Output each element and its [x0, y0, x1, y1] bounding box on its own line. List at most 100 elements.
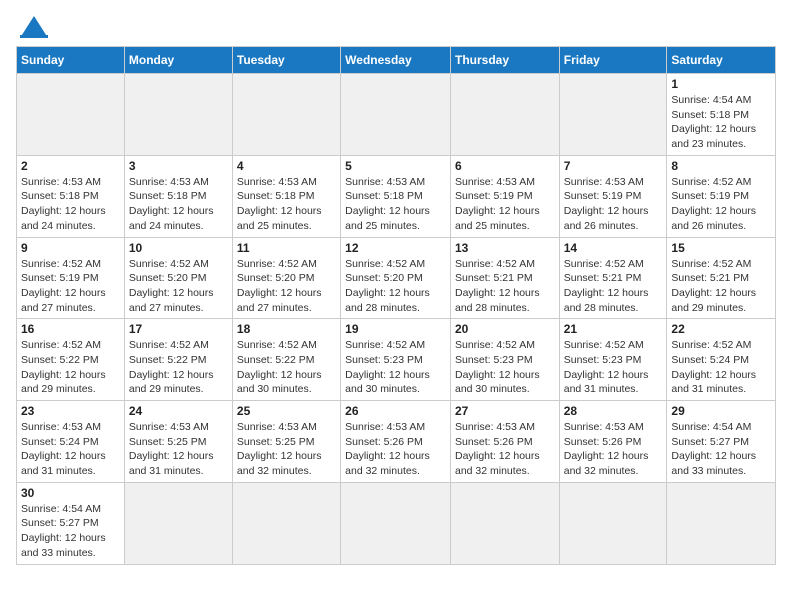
day-number: 4: [237, 159, 336, 173]
calendar-cell: [341, 482, 451, 564]
calendar-cell: 1Sunrise: 4:54 AM Sunset: 5:18 PM Daylig…: [667, 74, 776, 156]
calendar-cell: 7 Sunrise: 4:53 AM Sunset: 5:19 PM Daylig…: [559, 155, 667, 237]
day-info: Sunrise: 4:54 AM Sunset: 5:27 PM Dayligh…: [21, 502, 120, 561]
calendar-cell: 12 Sunrise: 4:52 AM Sunset: 5:20 PM Dayli…: [341, 237, 451, 319]
weekday-header-friday: Friday: [559, 47, 667, 74]
day-info: Sunrise: 4:54 AM Sunset: 5:18 PM Dayligh…: [671, 93, 771, 152]
calendar-cell: 10Sunrise: 4:52 AM Sunset: 5:20 PM Dayli…: [124, 237, 232, 319]
day-number: 13: [455, 241, 555, 255]
calendar-week-row: 9 Sunrise: 4:52 AM Sunset: 5:19 PM Daylig…: [17, 237, 776, 319]
calendar-cell: [450, 482, 559, 564]
day-number: 6: [455, 159, 555, 173]
calendar-cell: 6 Sunrise: 4:53 AM Sunset: 5:19 PM Daylig…: [450, 155, 559, 237]
day-info: Sunrise: 4:53 AM Sunset: 5:18 PM Dayligh…: [237, 175, 336, 234]
day-info: Sunrise: 4:52 AM Sunset: 5:23 PM Dayligh…: [345, 338, 446, 397]
calendar-cell: 4 Sunrise: 4:53 AM Sunset: 5:18 PM Daylig…: [232, 155, 340, 237]
day-info: Sunrise: 4:53 AM Sunset: 5:19 PM Dayligh…: [564, 175, 663, 234]
logo-wordmark: [16, 16, 48, 38]
day-number: 21: [564, 322, 663, 336]
weekday-header-monday: Monday: [124, 47, 232, 74]
day-info: Sunrise: 4:52 AM Sunset: 5:23 PM Dayligh…: [564, 338, 663, 397]
calendar-week-row: 1Sunrise: 4:54 AM Sunset: 5:18 PM Daylig…: [17, 74, 776, 156]
calendar-cell: [17, 74, 125, 156]
calendar-cell: [667, 482, 776, 564]
weekday-header-row: SundayMondayTuesdayWednesdayThursdayFrid…: [17, 47, 776, 74]
day-info: Sunrise: 4:52 AM Sunset: 5:21 PM Dayligh…: [455, 257, 555, 316]
weekday-header-wednesday: Wednesday: [341, 47, 451, 74]
day-info: Sunrise: 4:53 AM Sunset: 5:19 PM Dayligh…: [455, 175, 555, 234]
day-info: Sunrise: 4:53 AM Sunset: 5:18 PM Dayligh…: [129, 175, 228, 234]
day-info: Sunrise: 4:53 AM Sunset: 5:25 PM Dayligh…: [237, 420, 336, 479]
calendar-cell: 26 Sunrise: 4:53 AM Sunset: 5:26 PM Dayli…: [341, 401, 451, 483]
day-info: Sunrise: 4:53 AM Sunset: 5:26 PM Dayligh…: [345, 420, 446, 479]
calendar-cell: 23 Sunrise: 4:53 AM Sunset: 5:24 PM Dayli…: [17, 401, 125, 483]
day-number: 5: [345, 159, 446, 173]
day-number: 24: [129, 404, 228, 418]
weekday-header-saturday: Saturday: [667, 47, 776, 74]
weekday-header-sunday: Sunday: [17, 47, 125, 74]
calendar-table: SundayMondayTuesdayWednesdayThursdayFrid…: [16, 46, 776, 565]
calendar-week-row: 2 Sunrise: 4:53 AM Sunset: 5:18 PM Daylig…: [17, 155, 776, 237]
day-info: Sunrise: 4:52 AM Sunset: 5:24 PM Dayligh…: [671, 338, 771, 397]
logo: [16, 16, 48, 38]
calendar-cell: [232, 74, 340, 156]
day-info: Sunrise: 4:53 AM Sunset: 5:18 PM Dayligh…: [21, 175, 120, 234]
day-info: Sunrise: 4:52 AM Sunset: 5:20 PM Dayligh…: [345, 257, 446, 316]
day-number: 11: [237, 241, 336, 255]
day-number: 19: [345, 322, 446, 336]
day-info: Sunrise: 4:53 AM Sunset: 5:26 PM Dayligh…: [564, 420, 663, 479]
day-number: 2: [21, 159, 120, 173]
logo-triangle-icon: [20, 16, 48, 38]
calendar-cell: 8 Sunrise: 4:52 AM Sunset: 5:19 PM Daylig…: [667, 155, 776, 237]
header: [16, 16, 776, 38]
calendar-cell: 16 Sunrise: 4:52 AM Sunset: 5:22 PM Dayli…: [17, 319, 125, 401]
calendar-cell: [124, 74, 232, 156]
calendar-cell: 30Sunrise: 4:54 AM Sunset: 5:27 PM Dayli…: [17, 482, 125, 564]
weekday-header-thursday: Thursday: [450, 47, 559, 74]
day-info: Sunrise: 4:52 AM Sunset: 5:19 PM Dayligh…: [671, 175, 771, 234]
day-info: Sunrise: 4:52 AM Sunset: 5:22 PM Dayligh…: [237, 338, 336, 397]
calendar-cell: 11 Sunrise: 4:52 AM Sunset: 5:20 PM Dayli…: [232, 237, 340, 319]
calendar-cell: [559, 482, 667, 564]
day-number: 17: [129, 322, 228, 336]
calendar-cell: 20 Sunrise: 4:52 AM Sunset: 5:23 PM Dayli…: [450, 319, 559, 401]
day-info: Sunrise: 4:52 AM Sunset: 5:22 PM Dayligh…: [129, 338, 228, 397]
day-info: Sunrise: 4:53 AM Sunset: 5:26 PM Dayligh…: [455, 420, 555, 479]
day-info: Sunrise: 4:52 AM Sunset: 5:22 PM Dayligh…: [21, 338, 120, 397]
calendar-cell: 24 Sunrise: 4:53 AM Sunset: 5:25 PM Dayli…: [124, 401, 232, 483]
day-number: 23: [21, 404, 120, 418]
day-info: Sunrise: 4:53 AM Sunset: 5:24 PM Dayligh…: [21, 420, 120, 479]
day-info: Sunrise: 4:52 AM Sunset: 5:20 PM Dayligh…: [237, 257, 336, 316]
day-number: 9: [21, 241, 120, 255]
day-number: 26: [345, 404, 446, 418]
calendar-week-row: 30Sunrise: 4:54 AM Sunset: 5:27 PM Dayli…: [17, 482, 776, 564]
calendar-cell: [124, 482, 232, 564]
day-number: 25: [237, 404, 336, 418]
calendar-cell: 19 Sunrise: 4:52 AM Sunset: 5:23 PM Dayli…: [341, 319, 451, 401]
day-number: 29: [671, 404, 771, 418]
weekday-header-tuesday: Tuesday: [232, 47, 340, 74]
calendar-cell: 17 Sunrise: 4:52 AM Sunset: 5:22 PM Dayli…: [124, 319, 232, 401]
day-info: Sunrise: 4:52 AM Sunset: 5:23 PM Dayligh…: [455, 338, 555, 397]
calendar-cell: 3 Sunrise: 4:53 AM Sunset: 5:18 PM Daylig…: [124, 155, 232, 237]
day-number: 28: [564, 404, 663, 418]
day-number: 7: [564, 159, 663, 173]
day-info: Sunrise: 4:52 AM Sunset: 5:21 PM Dayligh…: [671, 257, 771, 316]
day-info: Sunrise: 4:53 AM Sunset: 5:18 PM Dayligh…: [345, 175, 446, 234]
day-info: Sunrise: 4:53 AM Sunset: 5:25 PM Dayligh…: [129, 420, 228, 479]
day-number: 8: [671, 159, 771, 173]
day-number: 16: [21, 322, 120, 336]
day-info: Sunrise: 4:52 AM Sunset: 5:19 PM Dayligh…: [21, 257, 120, 316]
calendar-cell: 25 Sunrise: 4:53 AM Sunset: 5:25 PM Dayli…: [232, 401, 340, 483]
calendar-week-row: 16 Sunrise: 4:52 AM Sunset: 5:22 PM Dayli…: [17, 319, 776, 401]
calendar-cell: 2 Sunrise: 4:53 AM Sunset: 5:18 PM Daylig…: [17, 155, 125, 237]
day-number: 3: [129, 159, 228, 173]
day-number: 20: [455, 322, 555, 336]
day-number: 15: [671, 241, 771, 255]
day-number: 12: [345, 241, 446, 255]
calendar-cell: 29Sunrise: 4:54 AM Sunset: 5:27 PM Dayli…: [667, 401, 776, 483]
day-number: 10: [129, 241, 228, 255]
calendar-cell: [559, 74, 667, 156]
calendar-cell: 22Sunrise: 4:52 AM Sunset: 5:24 PM Dayli…: [667, 319, 776, 401]
calendar-cell: 9 Sunrise: 4:52 AM Sunset: 5:19 PM Daylig…: [17, 237, 125, 319]
